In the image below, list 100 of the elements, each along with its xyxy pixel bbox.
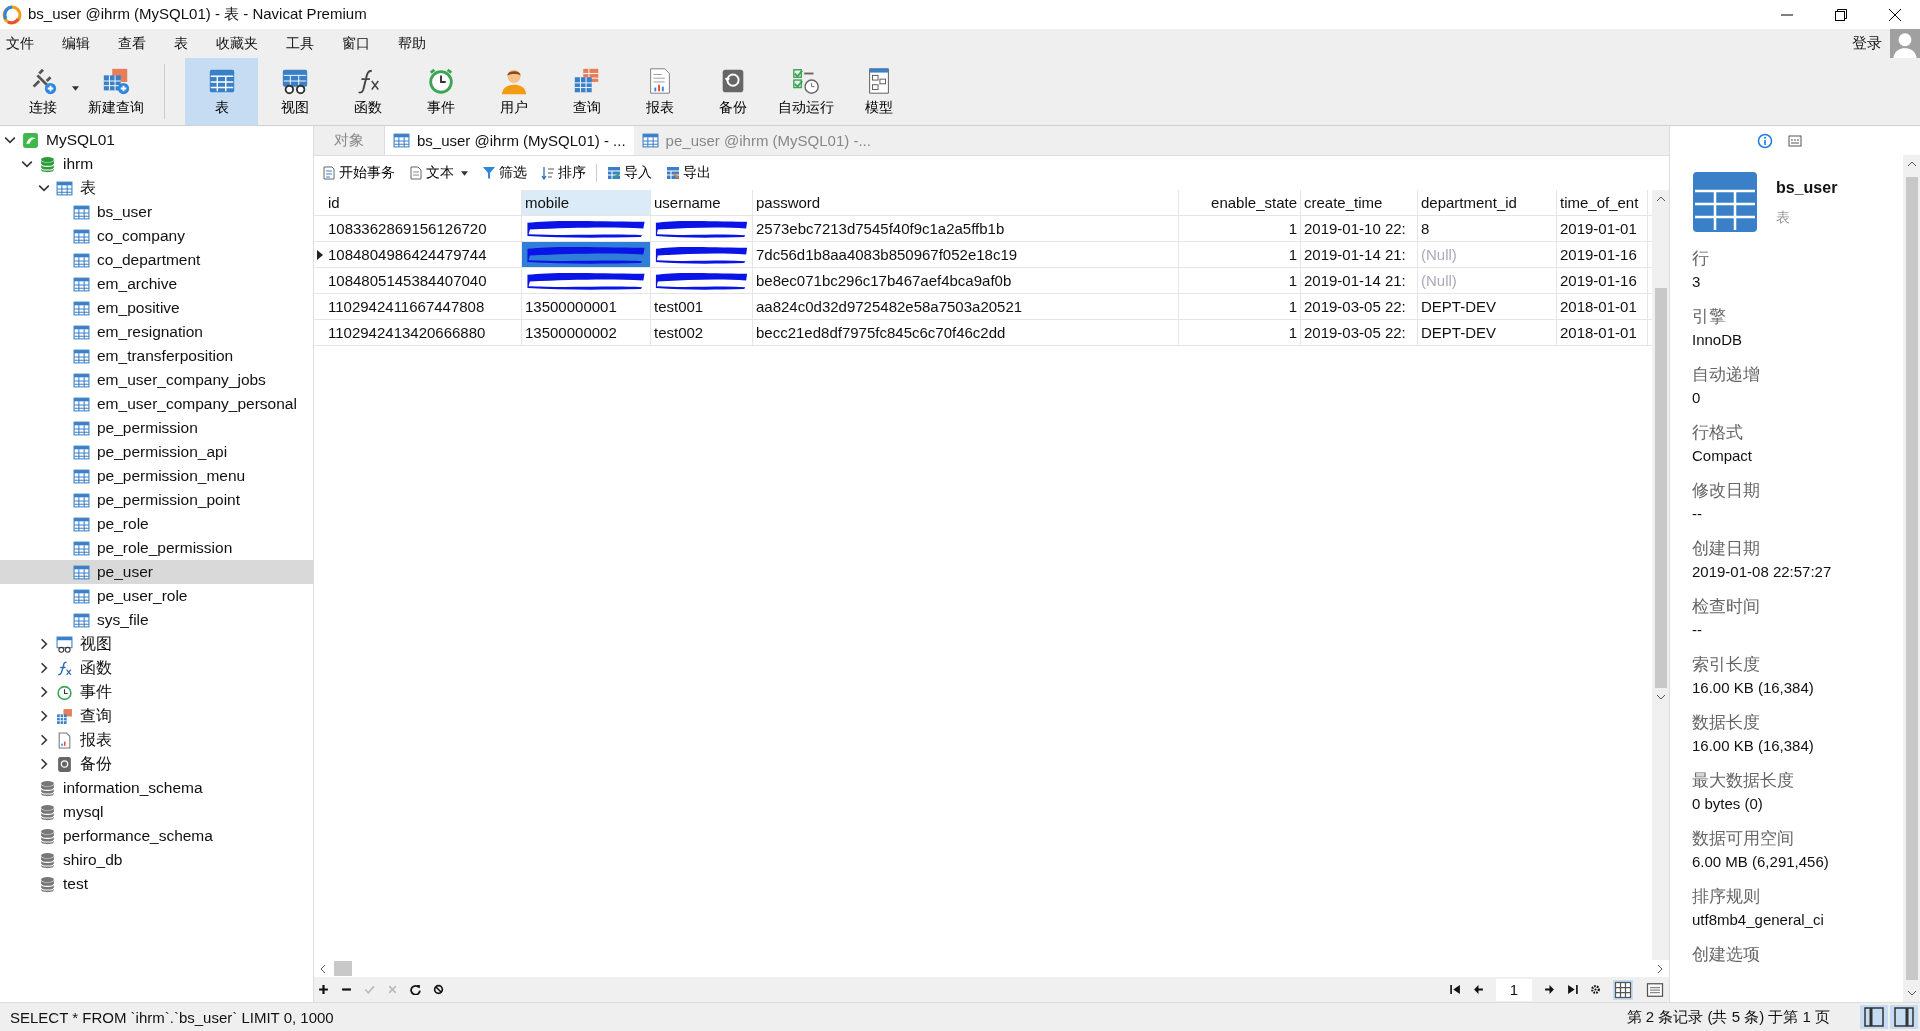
tree-item[interactable]: ihrm [0,152,313,176]
tree-item[interactable]: pe_permission_point [0,488,313,512]
last-page-icon[interactable] [1567,984,1578,995]
tree-item[interactable]: em_positive [0,296,313,320]
column-header[interactable]: username [651,190,753,215]
tree-item[interactable]: performance_schema [0,824,313,848]
stop-icon[interactable] [433,984,444,995]
toolbar-button[interactable]: 报表 [623,58,696,125]
tree-item[interactable]: em_archive [0,272,313,296]
scroll-thumb[interactable] [1905,177,1918,980]
tree-item[interactable]: sys_file [0,608,313,632]
tree-item[interactable]: 报表 [0,728,313,752]
toolbar-button[interactable]: 新建查询 [79,58,152,125]
tree-item[interactable]: 视图 [0,632,313,656]
caret-icon[interactable] [461,170,468,176]
menu-item[interactable]: 文件 [6,34,34,53]
close-icon[interactable] [1888,7,1902,22]
login-link[interactable]: 登录 [1852,34,1882,53]
toolbar-button[interactable]: 自动运行 [769,58,842,125]
tree-item[interactable]: co_department [0,248,313,272]
scroll-right-icon[interactable] [1657,963,1663,974]
scroll-thumb[interactable] [1654,288,1667,688]
chevron-icon[interactable] [4,134,16,146]
tree-item[interactable]: pe_role [0,512,313,536]
tree-item[interactable]: 表 [0,176,313,200]
toolbar-button[interactable]: 用户 [477,58,550,125]
tree-item[interactable]: mysql [0,800,313,824]
column-header[interactable]: time_of_ent [1557,190,1648,215]
grid-tool-button[interactable]: 导入 [603,164,656,182]
previous-page-icon[interactable] [1473,984,1484,995]
chevron-icon[interactable] [38,734,50,746]
tree-item[interactable]: pe_user [0,560,313,584]
toolbar-button[interactable]: 备份 [696,58,769,125]
chevron-icon[interactable] [38,710,50,722]
tree-item[interactable]: em_resignation [0,320,313,344]
grid-tool-button[interactable]: 导出 [662,164,715,182]
refresh-icon[interactable] [410,984,421,995]
menu-item[interactable]: 编辑 [62,34,90,53]
tree-item[interactable]: pe_permission_menu [0,464,313,488]
scroll-up-icon[interactable] [1906,161,1917,167]
column-header[interactable]: create_time [1301,190,1418,215]
menu-item[interactable]: 帮助 [398,34,426,53]
next-page-icon[interactable] [1544,984,1555,995]
add-icon[interactable] [318,984,329,995]
tree-item[interactable]: bs_user [0,200,313,224]
scroll-thumb[interactable] [334,961,352,976]
tree-item[interactable]: information_schema [0,776,313,800]
toolbar-button[interactable]: 事件 [404,58,477,125]
page-number-field[interactable]: 1 [1496,978,1532,1001]
tree-item[interactable]: MySQL01 [0,128,313,152]
tree-item[interactable]: em_user_company_personal [0,392,313,416]
column-header[interactable]: enable_state [1179,190,1301,215]
toolbar-button[interactable]: 模型 [842,58,915,125]
editor-tab[interactable]: bs_user @ihrm (MySQL01) - ... [385,126,634,155]
tree-item[interactable]: 函数 [0,656,313,680]
toolbar-button[interactable]: 视图 [258,58,331,125]
chevron-icon[interactable] [21,158,33,170]
panel-right-icon[interactable] [1890,1005,1918,1029]
chevron-icon[interactable] [38,686,50,698]
menu-item[interactable]: 收藏夹 [216,34,258,53]
chevron-icon[interactable] [38,182,50,194]
toolbar-button[interactable]: 表 [185,58,258,125]
grid-tool-button[interactable]: 开始事务 [318,164,399,182]
vertical-scrollbar[interactable] [1652,190,1669,960]
tree-item[interactable]: co_company [0,224,313,248]
toolbar-button[interactable]: 查询 [550,58,623,125]
restore-icon[interactable] [1834,7,1848,22]
toolbar-button[interactable]: 函数 [331,58,404,125]
grid-view-icon[interactable] [1613,979,1633,1000]
column-header[interactable]: department_id [1418,190,1557,215]
info-icon[interactable] [1757,132,1773,149]
tree-item[interactable]: pe_permission [0,416,313,440]
grid-tool-button[interactable]: 文本 [405,164,472,182]
first-page-icon[interactable] [1450,984,1461,995]
caret-icon[interactable] [72,86,79,91]
tree-item[interactable]: 备份 [0,752,313,776]
grid-tool-button[interactable]: 筛选 [478,164,531,182]
chevron-icon[interactable] [38,638,50,650]
avatar-icon[interactable] [1890,28,1920,59]
grid-tool-button[interactable]: 排序 [537,164,590,182]
toolbar-button[interactable]: 连接 [6,58,79,125]
column-header[interactable]: mobile [522,190,651,215]
column-header[interactable]: password [753,190,1179,215]
settings-icon[interactable] [1590,984,1601,995]
menu-item[interactable]: 窗口 [342,34,370,53]
tree-item[interactable]: pe_user_role [0,584,313,608]
tree-item[interactable]: em_user_company_jobs [0,368,313,392]
panel-left-icon[interactable] [1860,1005,1888,1029]
chevron-icon[interactable] [38,662,50,674]
tree-item[interactable]: em_transferposition [0,344,313,368]
scroll-up-icon[interactable] [1655,196,1666,202]
tree-item[interactable]: test [0,872,313,896]
tree-item[interactable]: 事件 [0,680,313,704]
check-icon[interactable] [364,984,375,995]
scroll-left-icon[interactable] [320,963,326,974]
scroll-down-icon[interactable] [1655,694,1666,700]
tree-item[interactable]: pe_permission_api [0,440,313,464]
menu-item[interactable]: 查看 [118,34,146,53]
tree-item[interactable]: shiro_db [0,848,313,872]
menu-item[interactable]: 工具 [286,34,314,53]
